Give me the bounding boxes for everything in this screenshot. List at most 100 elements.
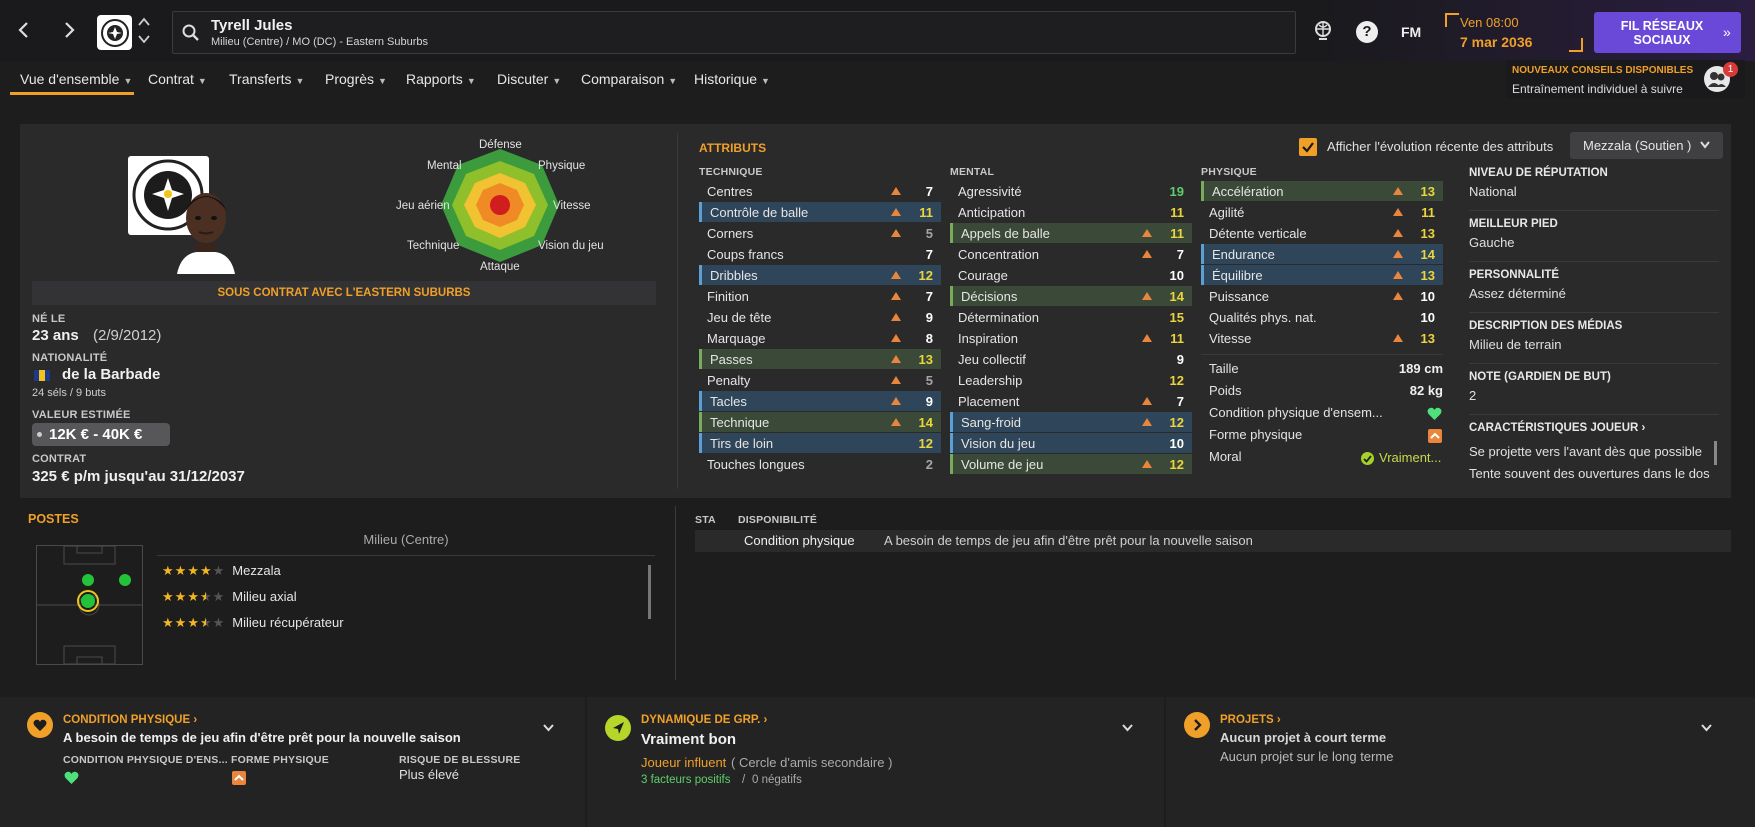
attribute-row[interactable]: Corners 5 bbox=[699, 223, 941, 243]
evolution-checkbox-label[interactable]: Afficher l'évolution récente des attribu… bbox=[1327, 139, 1553, 154]
attribute-row[interactable]: Jeu collectif 9 bbox=[950, 349, 1192, 369]
traits-scrollbar[interactable] bbox=[1714, 441, 1717, 465]
attribute-row[interactable]: Vision du jeu 10 bbox=[950, 433, 1192, 453]
attribute-row[interactable]: Tirs de loin 12 bbox=[699, 433, 941, 453]
globe-icon[interactable] bbox=[1312, 19, 1334, 41]
chevron-down-icon[interactable] bbox=[1122, 724, 1133, 732]
tab-transfers[interactable]: Transferts ▼ bbox=[229, 71, 304, 87]
back-arrow-icon[interactable] bbox=[10, 16, 38, 44]
attribute-row[interactable]: Volume de jeu 12 bbox=[950, 454, 1192, 474]
attribute-row[interactable]: Dribbles 12 bbox=[699, 265, 941, 285]
trend-up-icon bbox=[891, 376, 901, 384]
role-select[interactable]: Mezzala (Soutien ) bbox=[1570, 132, 1723, 159]
tab-comparison[interactable]: Comparaison ▼ bbox=[581, 71, 677, 87]
morale-value[interactable]: Vraiment... bbox=[1379, 450, 1441, 465]
attribute-name: Anticipation bbox=[958, 205, 1026, 220]
attribute-row[interactable]: Touches longues 2 bbox=[699, 454, 941, 474]
traits-block[interactable]: CARACTÉRISTIQUES JOUEUR › bbox=[1469, 422, 1719, 434]
advice-notification[interactable]: NOUVEAUX CONSEILS DISPONIBLES Entraîneme… bbox=[1506, 60, 1745, 98]
dynamics-title[interactable]: DYNAMIQUE DE GRP. › bbox=[641, 714, 767, 726]
attribute-row[interactable]: Appels de balle 11 bbox=[950, 223, 1192, 243]
chevron-down-icon[interactable] bbox=[1701, 724, 1712, 732]
attribute-row[interactable]: Agilité 11 bbox=[1201, 202, 1443, 222]
attribute-name: Penalty bbox=[707, 373, 751, 388]
tab-reports[interactable]: Rapports ▼ bbox=[406, 71, 476, 87]
attribute-value: 10 bbox=[1169, 436, 1184, 451]
attribute-row[interactable]: Détente verticale 13 bbox=[1201, 223, 1443, 243]
attribute-row[interactable]: Inspiration 11 bbox=[950, 328, 1192, 348]
attribute-value: 8 bbox=[925, 331, 933, 346]
attribute-row[interactable]: Penalty 5 bbox=[699, 370, 941, 390]
role-row[interactable]: ★★★★★ Milieu axial bbox=[162, 589, 642, 605]
attribute-name: Détente verticale bbox=[1209, 226, 1307, 241]
trend-up-icon bbox=[891, 292, 901, 300]
morale-label: Moral bbox=[1209, 449, 1242, 464]
attribute-row[interactable]: Endurance 14 bbox=[1201, 244, 1443, 264]
radar-label-attack: Attaque bbox=[480, 261, 520, 273]
attribute-row[interactable]: Leadership 12 bbox=[950, 370, 1192, 390]
club-logo[interactable] bbox=[97, 15, 132, 50]
attribute-row[interactable]: Anticipation 11 bbox=[950, 202, 1192, 222]
attribute-row[interactable]: Centres 7 bbox=[699, 181, 941, 201]
condition-title[interactable]: CONDITION PHYSIQUE › bbox=[63, 714, 197, 726]
attribute-row[interactable]: Jeu de tête 9 bbox=[699, 307, 941, 327]
attribute-value: 12 bbox=[918, 268, 933, 283]
player-search-box[interactable]: Tyrell Jules Milieu (Centre) / MO (DC) -… bbox=[172, 11, 1296, 54]
attribute-row[interactable]: Puissance 10 bbox=[1201, 286, 1443, 306]
attribute-row[interactable]: Courage 10 bbox=[950, 265, 1192, 285]
date-time[interactable]: Ven 08:00 bbox=[1460, 15, 1519, 30]
attribute-row[interactable]: Technique 14 bbox=[699, 412, 941, 432]
attribute-row[interactable]: Qualités phys. nat. 10 bbox=[1201, 307, 1443, 327]
down-chevron-icon[interactable] bbox=[138, 35, 150, 44]
chevron-down-icon[interactable] bbox=[543, 724, 554, 732]
tab-contract[interactable]: Contrat ▼ bbox=[148, 71, 207, 87]
social-feed-button[interactable]: FIL RÉSEAUX SOCIAUX » bbox=[1594, 12, 1741, 53]
attribute-row[interactable]: Décisions 14 bbox=[950, 286, 1192, 306]
attribute-row[interactable]: Vitesse 13 bbox=[1201, 328, 1443, 348]
attribute-row[interactable]: Passes 13 bbox=[699, 349, 941, 369]
attribute-row[interactable]: Coups francs 7 bbox=[699, 244, 941, 264]
tab-history[interactable]: Historique ▼ bbox=[694, 71, 770, 87]
attribute-row[interactable]: Marquage 8 bbox=[699, 328, 941, 348]
date-full[interactable]: 7 mar 2036 bbox=[1460, 34, 1532, 50]
role-row[interactable]: ★★★★★ Mezzala bbox=[162, 563, 642, 579]
attribute-row[interactable]: Contrôle de balle 11 bbox=[699, 202, 941, 222]
dynamics-circle: ( Cercle d'amis secondaire ) bbox=[731, 755, 893, 770]
attribute-row[interactable]: Détermination 15 bbox=[950, 307, 1192, 327]
attribute-name: Tirs de loin bbox=[710, 436, 774, 451]
projects-title[interactable]: PROJETS › bbox=[1220, 714, 1281, 726]
positive-factors[interactable]: 3 facteurs positifs bbox=[641, 774, 730, 786]
attribute-row[interactable]: Équilibre 13 bbox=[1201, 265, 1443, 285]
attribute-row[interactable]: Tacles 9 bbox=[699, 391, 941, 411]
star-icon: ★ bbox=[162, 615, 174, 630]
nationality-value[interactable]: de la Barbade bbox=[62, 366, 160, 383]
social-feed-label: FIL RÉSEAUX SOCIAUX bbox=[1620, 19, 1704, 47]
evolution-checkbox[interactable] bbox=[1299, 138, 1317, 156]
negative-factors[interactable]: 0 négatifs bbox=[752, 774, 802, 786]
search-icon bbox=[182, 24, 200, 42]
attribute-row[interactable]: Placement 7 bbox=[950, 391, 1192, 411]
contract-label: CONTRAT bbox=[32, 453, 87, 465]
attribute-name: Volume de jeu bbox=[961, 457, 1044, 472]
attribute-row[interactable]: Agressivité 19 bbox=[950, 181, 1192, 201]
tab-progress[interactable]: Progrès ▼ bbox=[325, 71, 387, 87]
fm-logo[interactable]: FM bbox=[1401, 24, 1421, 40]
attribute-row[interactable]: Sang-froid 12 bbox=[950, 412, 1192, 432]
attribute-row[interactable]: Concentration 7 bbox=[950, 244, 1192, 264]
roles-scrollbar[interactable] bbox=[648, 565, 651, 619]
attribute-value: 12 bbox=[1169, 373, 1184, 388]
help-icon[interactable]: ? bbox=[1356, 21, 1378, 43]
role-row[interactable]: ★★★★★ Milieu récupérateur bbox=[162, 615, 642, 631]
up-chevron-icon[interactable] bbox=[138, 17, 150, 26]
tab-overview[interactable]: Vue d'ensemble ▼ bbox=[20, 71, 132, 87]
tab-discuss[interactable]: Discuter ▼ bbox=[497, 71, 561, 87]
chevron-down-icon bbox=[1700, 141, 1710, 149]
availability-desc: A besoin de temps de jeu afin d'être prê… bbox=[884, 533, 1253, 548]
attribute-name: Sang-froid bbox=[961, 415, 1021, 430]
media-block: DESCRIPTION DES MÉDIAS Milieu de terrain bbox=[1469, 320, 1719, 352]
availability-row[interactable]: Condition physique A besoin de temps de … bbox=[695, 530, 1731, 552]
attribute-row[interactable]: Finition 7 bbox=[699, 286, 941, 306]
forward-arrow-icon[interactable] bbox=[55, 16, 83, 44]
date-bracket-tl bbox=[1445, 13, 1459, 27]
attribute-row[interactable]: Accélération 13 bbox=[1201, 181, 1443, 201]
